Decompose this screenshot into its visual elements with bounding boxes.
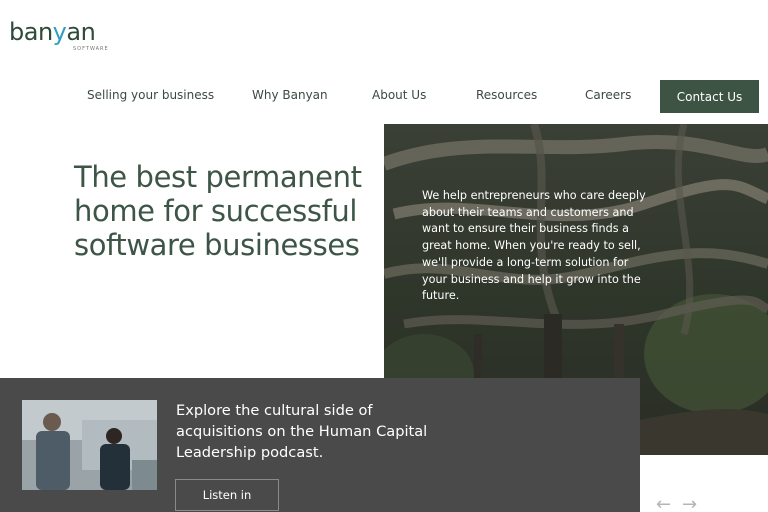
hero-title: The best permanent home for successful s… — [74, 160, 362, 262]
main-nav: Selling your business Why Banyan About U… — [0, 80, 768, 114]
podcast-thumbnail — [22, 400, 157, 490]
nav-item-about[interactable]: About Us — [372, 88, 426, 102]
arrow-right-icon[interactable]: → — [682, 496, 697, 512]
logo[interactable]: banyan SOFTWARE — [9, 18, 109, 54]
nav-item-resources[interactable]: Resources — [476, 88, 537, 102]
arrow-left-icon[interactable]: ← — [656, 496, 671, 512]
logo-wordmark: banyan — [9, 18, 96, 46]
hero-description: We help entrepreneurs who care deeply ab… — [422, 189, 646, 303]
nav-item-why-banyan[interactable]: Why Banyan — [252, 88, 328, 102]
listen-in-button[interactable]: Listen in — [175, 479, 279, 511]
logo-subtitle: SOFTWARE — [73, 46, 109, 52]
podcast-banner: Explore the cultural side of acquisition… — [0, 378, 640, 512]
contact-us-button[interactable]: Contact Us — [660, 80, 759, 113]
nav-item-careers[interactable]: Careers — [585, 88, 631, 102]
nav-item-selling[interactable]: Selling your business — [87, 88, 214, 102]
podcast-text: Explore the cultural side of acquisition… — [176, 402, 428, 461]
